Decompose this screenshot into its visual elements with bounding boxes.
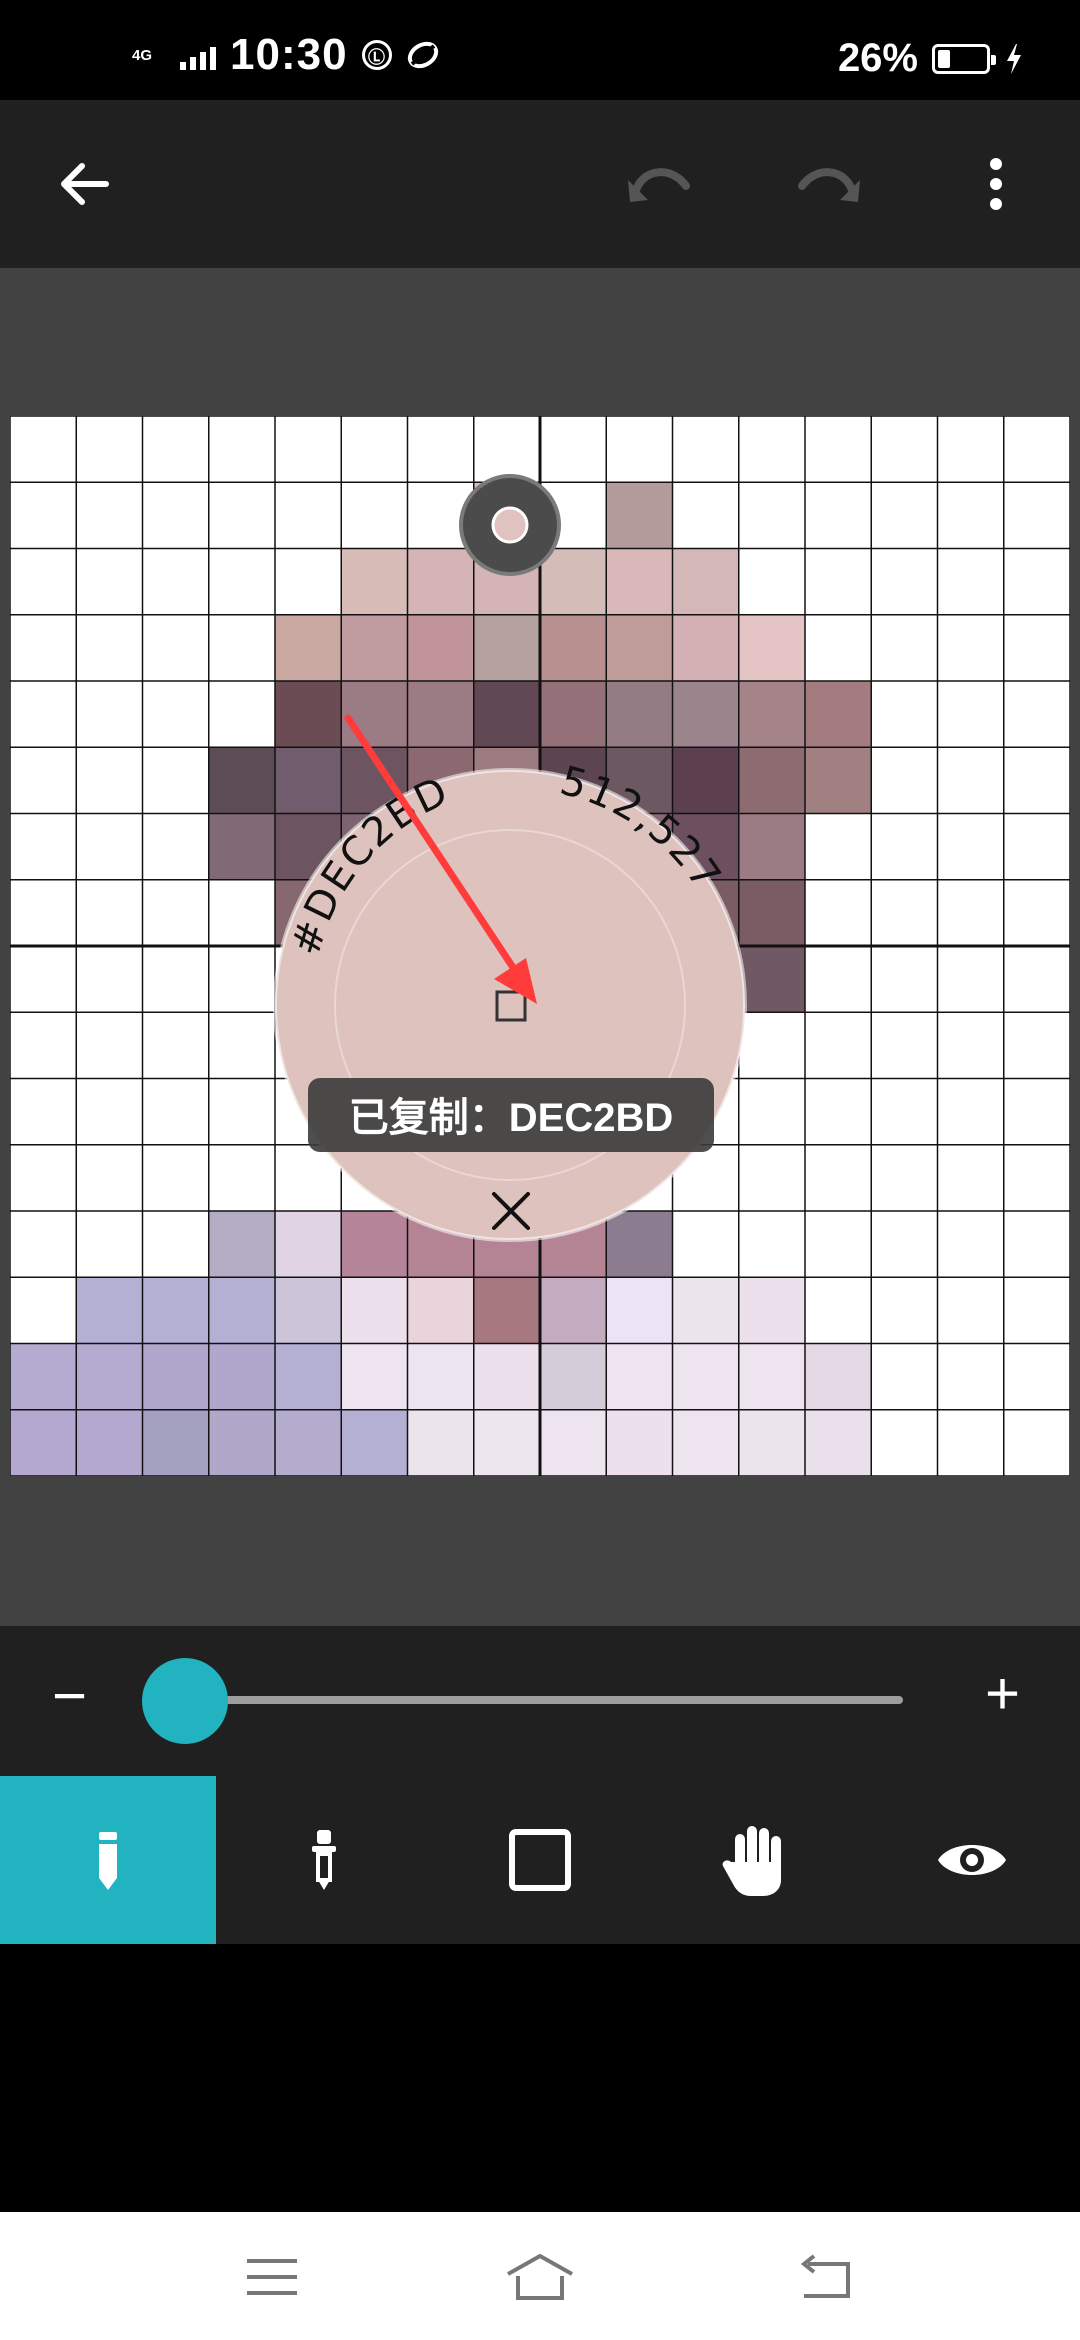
picker-close-button[interactable]: [480, 1188, 540, 1248]
eye-tool-button[interactable]: [864, 1776, 1080, 1944]
hand-icon: [722, 1826, 781, 1896]
pencil-tool-button[interactable]: [0, 1776, 216, 1944]
nav-menu-button[interactable]: [232, 2242, 312, 2312]
pencil-icon: [99, 1832, 117, 1890]
picker-handle-dot: [491, 506, 529, 544]
decrease-size-button[interactable]: −: [52, 1666, 87, 1726]
eyedropper-tool-button[interactable]: [216, 1776, 432, 1944]
system-nav-bar: [0, 2212, 1080, 2340]
menu-icon: [247, 2259, 297, 2295]
nav-home-button[interactable]: [500, 2242, 580, 2312]
tool-bar: [0, 1776, 1080, 1944]
back-icon: [800, 2254, 850, 2298]
square-tool-button[interactable]: [432, 1776, 648, 1944]
eyedropper-icon: [312, 1830, 336, 1890]
size-slider-thumb[interactable]: [141, 1658, 228, 1744]
home-icon: [507, 2254, 573, 2300]
eye-icon: [938, 1845, 1006, 1875]
hand-tool-button[interactable]: [648, 1776, 864, 1944]
size-slider-track[interactable]: [170, 1696, 903, 1704]
brush-size-control: − +: [0, 1626, 1080, 1776]
square-icon: [509, 1829, 571, 1891]
copied-toast-text: 已复制：DEC2BD: [349, 1096, 673, 1140]
color-picker-overlay: #DEC2BD 512,527 已复制：DEC2BD: [273, 474, 747, 1248]
nav-back-button[interactable]: [784, 2242, 864, 2312]
increase-size-button[interactable]: +: [985, 1664, 1020, 1724]
